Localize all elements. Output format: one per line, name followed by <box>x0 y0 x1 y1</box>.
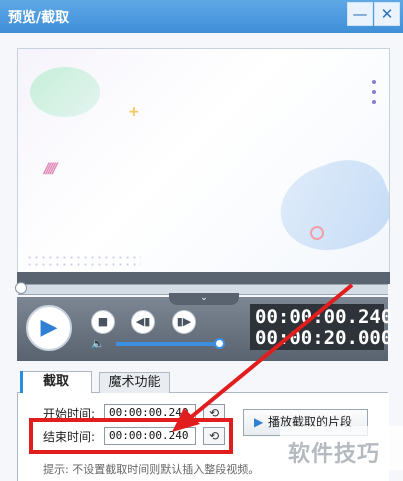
decorative-ring <box>310 226 324 240</box>
total-time: 00:00:20.000 <box>255 327 393 349</box>
decorative-blob-green <box>30 67 100 117</box>
annotation-highlight <box>29 418 233 454</box>
watermark: 软件技巧 <box>288 442 381 467</box>
previous-frame-button[interactable]: ◀▮ <box>131 310 155 334</box>
collapse-toggle[interactable]: ⌄ <box>169 293 239 305</box>
window-title: 预览/截取 <box>8 10 70 26</box>
minimize-button[interactable]: — <box>347 2 373 26</box>
play-icon: ▶ <box>40 315 58 340</box>
volume-fill <box>116 342 219 346</box>
close-button[interactable]: ✕ <box>374 2 400 26</box>
active-tab-indicator <box>20 371 23 393</box>
chevron-down-icon: ⌄ <box>200 293 208 303</box>
minimize-icon: — <box>352 5 368 23</box>
next-frame-icon: ▮▶ <box>176 315 192 328</box>
decorative-dot <box>372 90 376 94</box>
current-time: 00:00:00.240 <box>255 306 393 328</box>
tab-clip[interactable]: 截取 <box>20 371 92 393</box>
decorative-dot <box>372 100 376 104</box>
preview-bottom-band <box>17 272 390 284</box>
stop-icon: ■ <box>97 315 109 328</box>
tab-magic[interactable]: 魔术功能 <box>99 372 170 393</box>
decorative-dot-grid <box>26 254 141 268</box>
decorative-plus: + <box>128 104 140 120</box>
next-frame-button[interactable]: ▮▶ <box>172 310 196 334</box>
seek-handle[interactable] <box>15 282 27 294</box>
volume-icon[interactable]: 🔈 <box>91 337 105 350</box>
decorative-dot <box>372 80 376 84</box>
video-preview: ///// + <box>17 48 390 275</box>
close-icon: ✕ <box>380 5 394 23</box>
decorative-blob-blue <box>268 147 389 266</box>
play-button[interactable]: ▶ <box>26 305 72 351</box>
hint-text: 提示: 不设置截取时间则默认插入整段视频。 <box>43 463 260 476</box>
play-icon: ▶ <box>254 415 264 429</box>
stop-button[interactable]: ■ <box>91 310 115 334</box>
volume-handle[interactable] <box>214 338 225 349</box>
decorative-slashes: ///// <box>44 161 57 177</box>
prev-frame-icon: ◀▮ <box>135 315 151 328</box>
